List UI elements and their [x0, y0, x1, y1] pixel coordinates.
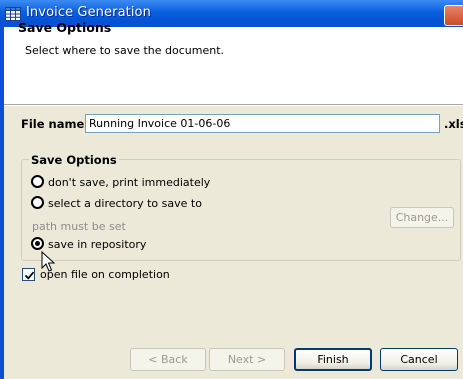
radio-selected-dot — [35, 241, 40, 246]
page-title: Save Options — [18, 20, 112, 35]
radio-save-in-repository-label[interactable]: save in repository — [48, 238, 146, 251]
change-button[interactable]: Change... — [390, 207, 454, 228]
open-on-completion-checkbox[interactable] — [22, 268, 35, 281]
next-button[interactable]: Next > — [209, 348, 285, 371]
page-description: Select where to save the document. — [25, 44, 225, 57]
checkmark-icon — [24, 271, 35, 280]
mouse-pointer-icon — [41, 250, 56, 276]
radio-select-directory[interactable] — [31, 196, 44, 209]
radio-dont-save-label[interactable]: don't save, print immediately — [48, 176, 210, 189]
radio-dont-save[interactable] — [31, 175, 44, 188]
radio-select-directory-label[interactable]: select a directory to save to — [48, 197, 202, 210]
cancel-button[interactable]: Cancel — [380, 348, 458, 371]
open-on-completion-label[interactable]: open file on completion — [40, 268, 170, 281]
back-button[interactable]: < Back — [130, 348, 206, 371]
wizard-header — [4, 27, 463, 104]
file-name-input[interactable] — [85, 114, 440, 133]
file-name-label: File name: — [21, 117, 89, 131]
window-title: Invoice Generation — [26, 5, 151, 20]
save-options-group-title: Save Options — [29, 153, 119, 167]
radio-save-in-repository[interactable] — [31, 237, 44, 250]
close-button[interactable] — [444, 5, 463, 26]
path-hint: path must be set — [32, 220, 126, 233]
file-extension: .xls — [444, 117, 463, 131]
header-divider — [4, 104, 463, 106]
finish-button[interactable]: Finish — [294, 348, 372, 371]
